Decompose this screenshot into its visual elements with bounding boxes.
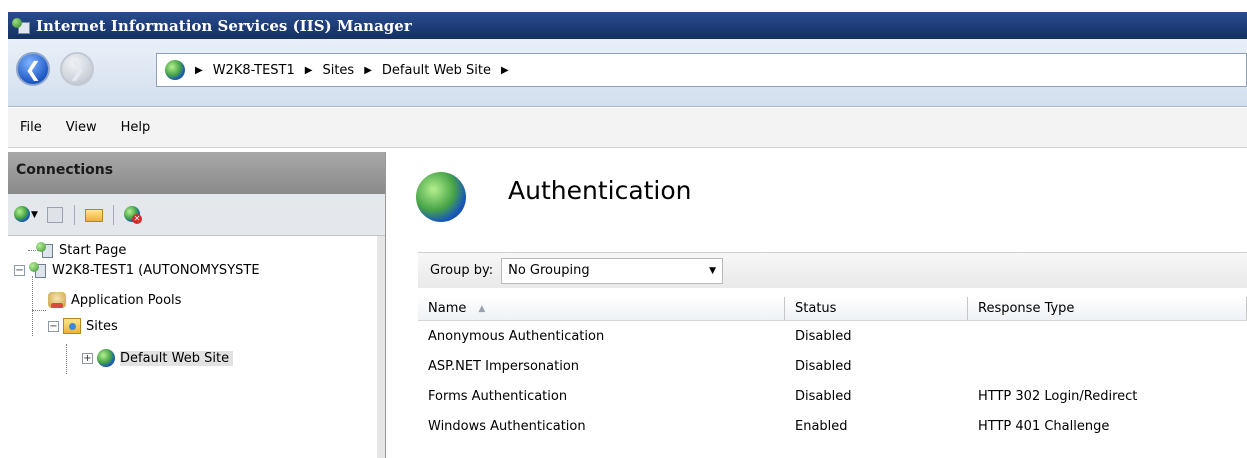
breadcrumb-sites[interactable]: Sites xyxy=(322,63,354,78)
connections-pane: Connections ▼ ✕ Start Page − W2K8-TEST1 … xyxy=(8,152,386,458)
table-row[interactable]: ASP.NET Impersonation Disabled xyxy=(418,351,1247,381)
tree-item-sites[interactable]: − Sites xyxy=(48,316,118,336)
tree-line xyxy=(66,344,67,374)
tree-item-server[interactable]: − W2K8-TEST1 (AUTONOMYSYSTE xyxy=(14,260,260,280)
website-globe-icon xyxy=(97,349,115,367)
column-header-response-type[interactable]: Response Type xyxy=(968,297,1247,320)
breadcrumb-arrow-icon[interactable]: ▶ xyxy=(501,65,509,76)
forward-button[interactable]: ❯ xyxy=(60,52,94,86)
column-header-status[interactable]: Status xyxy=(785,297,968,320)
tree-item-application-pools[interactable]: Application Pools xyxy=(48,290,181,310)
cell-response-type: HTTP 302 Login/Redirect xyxy=(978,388,1138,404)
table-row[interactable]: Windows Authentication Enabled HTTP 401 … xyxy=(418,411,1247,441)
toolbar-separator xyxy=(74,204,75,225)
breadcrumb-arrow-icon[interactable]: ▶ xyxy=(364,65,372,76)
back-button[interactable]: ❮ xyxy=(16,52,50,86)
forward-arrow-icon: ❯ xyxy=(68,57,86,81)
breadcrumb-arrow-icon[interactable]: ▶ xyxy=(305,65,313,76)
cell-status: Disabled xyxy=(795,358,852,374)
menu-bar: File View Help xyxy=(8,108,1247,148)
authentication-table: Name ▲ Status Response Type Anonymous Au… xyxy=(418,297,1247,441)
tree-scrollbar[interactable] xyxy=(377,236,385,458)
column-header-name[interactable]: Name ▲ xyxy=(418,297,785,320)
collapse-icon[interactable]: − xyxy=(48,320,59,332)
menu-help[interactable]: Help xyxy=(121,120,151,135)
start-page-icon xyxy=(36,242,54,258)
feature-pane: Authentication Group by: No Grouping ▼ N… xyxy=(396,152,1247,458)
tree-label: Sites xyxy=(86,318,118,334)
tree-line xyxy=(32,276,33,336)
connections-title: Connections xyxy=(16,162,114,178)
folder-up-icon xyxy=(85,208,103,222)
connections-tree[interactable]: Start Page − W2K8-TEST1 (AUTONOMYSYSTE A… xyxy=(8,236,385,458)
cell-status: Disabled xyxy=(795,328,852,344)
cell-status: Disabled xyxy=(795,388,852,404)
globe-icon xyxy=(165,60,185,80)
page-title: Authentication xyxy=(508,175,692,205)
tree-line xyxy=(32,310,46,311)
iis-manager-icon xyxy=(12,17,30,34)
group-by-label: Group by: xyxy=(430,263,494,278)
save-icon xyxy=(47,206,63,223)
up-level-button[interactable] xyxy=(83,204,105,226)
application-pools-icon xyxy=(48,292,66,308)
tree-label: Default Web Site xyxy=(120,350,234,366)
cell-response-type: HTTP 401 Challenge xyxy=(978,418,1110,434)
menu-file[interactable]: File xyxy=(20,120,42,135)
table-row[interactable]: Anonymous Authentication Disabled xyxy=(418,321,1247,351)
sites-folder-icon xyxy=(63,318,81,334)
cell-name: ASP.NET Impersonation xyxy=(428,358,580,374)
cell-name: Forms Authentication xyxy=(428,388,568,404)
tree-item-default-web-site[interactable]: + Default Web Site xyxy=(82,348,234,368)
table-header: Name ▲ Status Response Type xyxy=(418,297,1247,321)
cell-status: Enabled xyxy=(795,418,848,434)
navigation-bar: ❮ ❯ ▶ W2K8-TEST1 ▶ Sites ▶ Default Web S… xyxy=(8,39,1247,107)
connect-globe-icon xyxy=(14,205,30,222)
server-icon xyxy=(29,262,47,278)
authentication-globe-icon xyxy=(416,172,466,222)
expand-icon[interactable]: + xyxy=(82,352,93,364)
save-button[interactable] xyxy=(44,204,66,226)
tree-label: W2K8-TEST1 (AUTONOMYSYSTE xyxy=(52,262,260,278)
title-bar: Internet Information Services (IIS) Mana… xyxy=(8,12,1247,39)
column-label: Response Type xyxy=(978,301,1075,316)
collapse-icon[interactable]: − xyxy=(14,264,25,276)
cell-name: Anonymous Authentication xyxy=(428,328,605,344)
sort-ascending-icon: ▲ xyxy=(478,303,486,314)
group-by-value: No Grouping xyxy=(508,263,590,278)
toolbar-separator xyxy=(113,204,114,225)
column-label: Status xyxy=(795,301,837,316)
window-title: Internet Information Services (IIS) Mana… xyxy=(36,16,412,35)
menu-view[interactable]: View xyxy=(66,120,97,135)
breadcrumb-default-web-site[interactable]: Default Web Site xyxy=(382,63,491,78)
tree-item-start-page[interactable]: Start Page xyxy=(36,240,126,260)
breadcrumb-server[interactable]: W2K8-TEST1 xyxy=(213,63,295,78)
column-label: Name xyxy=(428,301,467,316)
group-by-bar: Group by: No Grouping ▼ xyxy=(418,252,1247,288)
breadcrumb-arrow-icon[interactable]: ▶ xyxy=(195,65,203,76)
chevron-down-icon: ▼ xyxy=(709,265,717,276)
delete-connection-button[interactable]: ✕ xyxy=(122,204,144,226)
tree-label: Application Pools xyxy=(71,292,182,308)
group-by-select[interactable]: No Grouping ▼ xyxy=(501,257,724,284)
connections-header: Connections xyxy=(8,152,385,194)
tree-label: Start Page xyxy=(59,242,127,258)
feature-header: Authentication xyxy=(396,152,1247,242)
cell-name: Windows Authentication xyxy=(428,418,586,434)
address-breadcrumb[interactable]: ▶ W2K8-TEST1 ▶ Sites ▶ Default Web Site … xyxy=(156,53,1247,87)
connections-toolbar: ▼ ✕ xyxy=(8,194,385,236)
connect-button[interactable]: ▼ xyxy=(14,204,38,226)
table-row[interactable]: Forms Authentication Disabled HTTP 302 L… xyxy=(418,381,1247,411)
back-arrow-icon: ❮ xyxy=(24,57,42,81)
delete-icon: ✕ xyxy=(132,213,142,224)
dropdown-arrow-icon: ▼ xyxy=(31,209,38,220)
